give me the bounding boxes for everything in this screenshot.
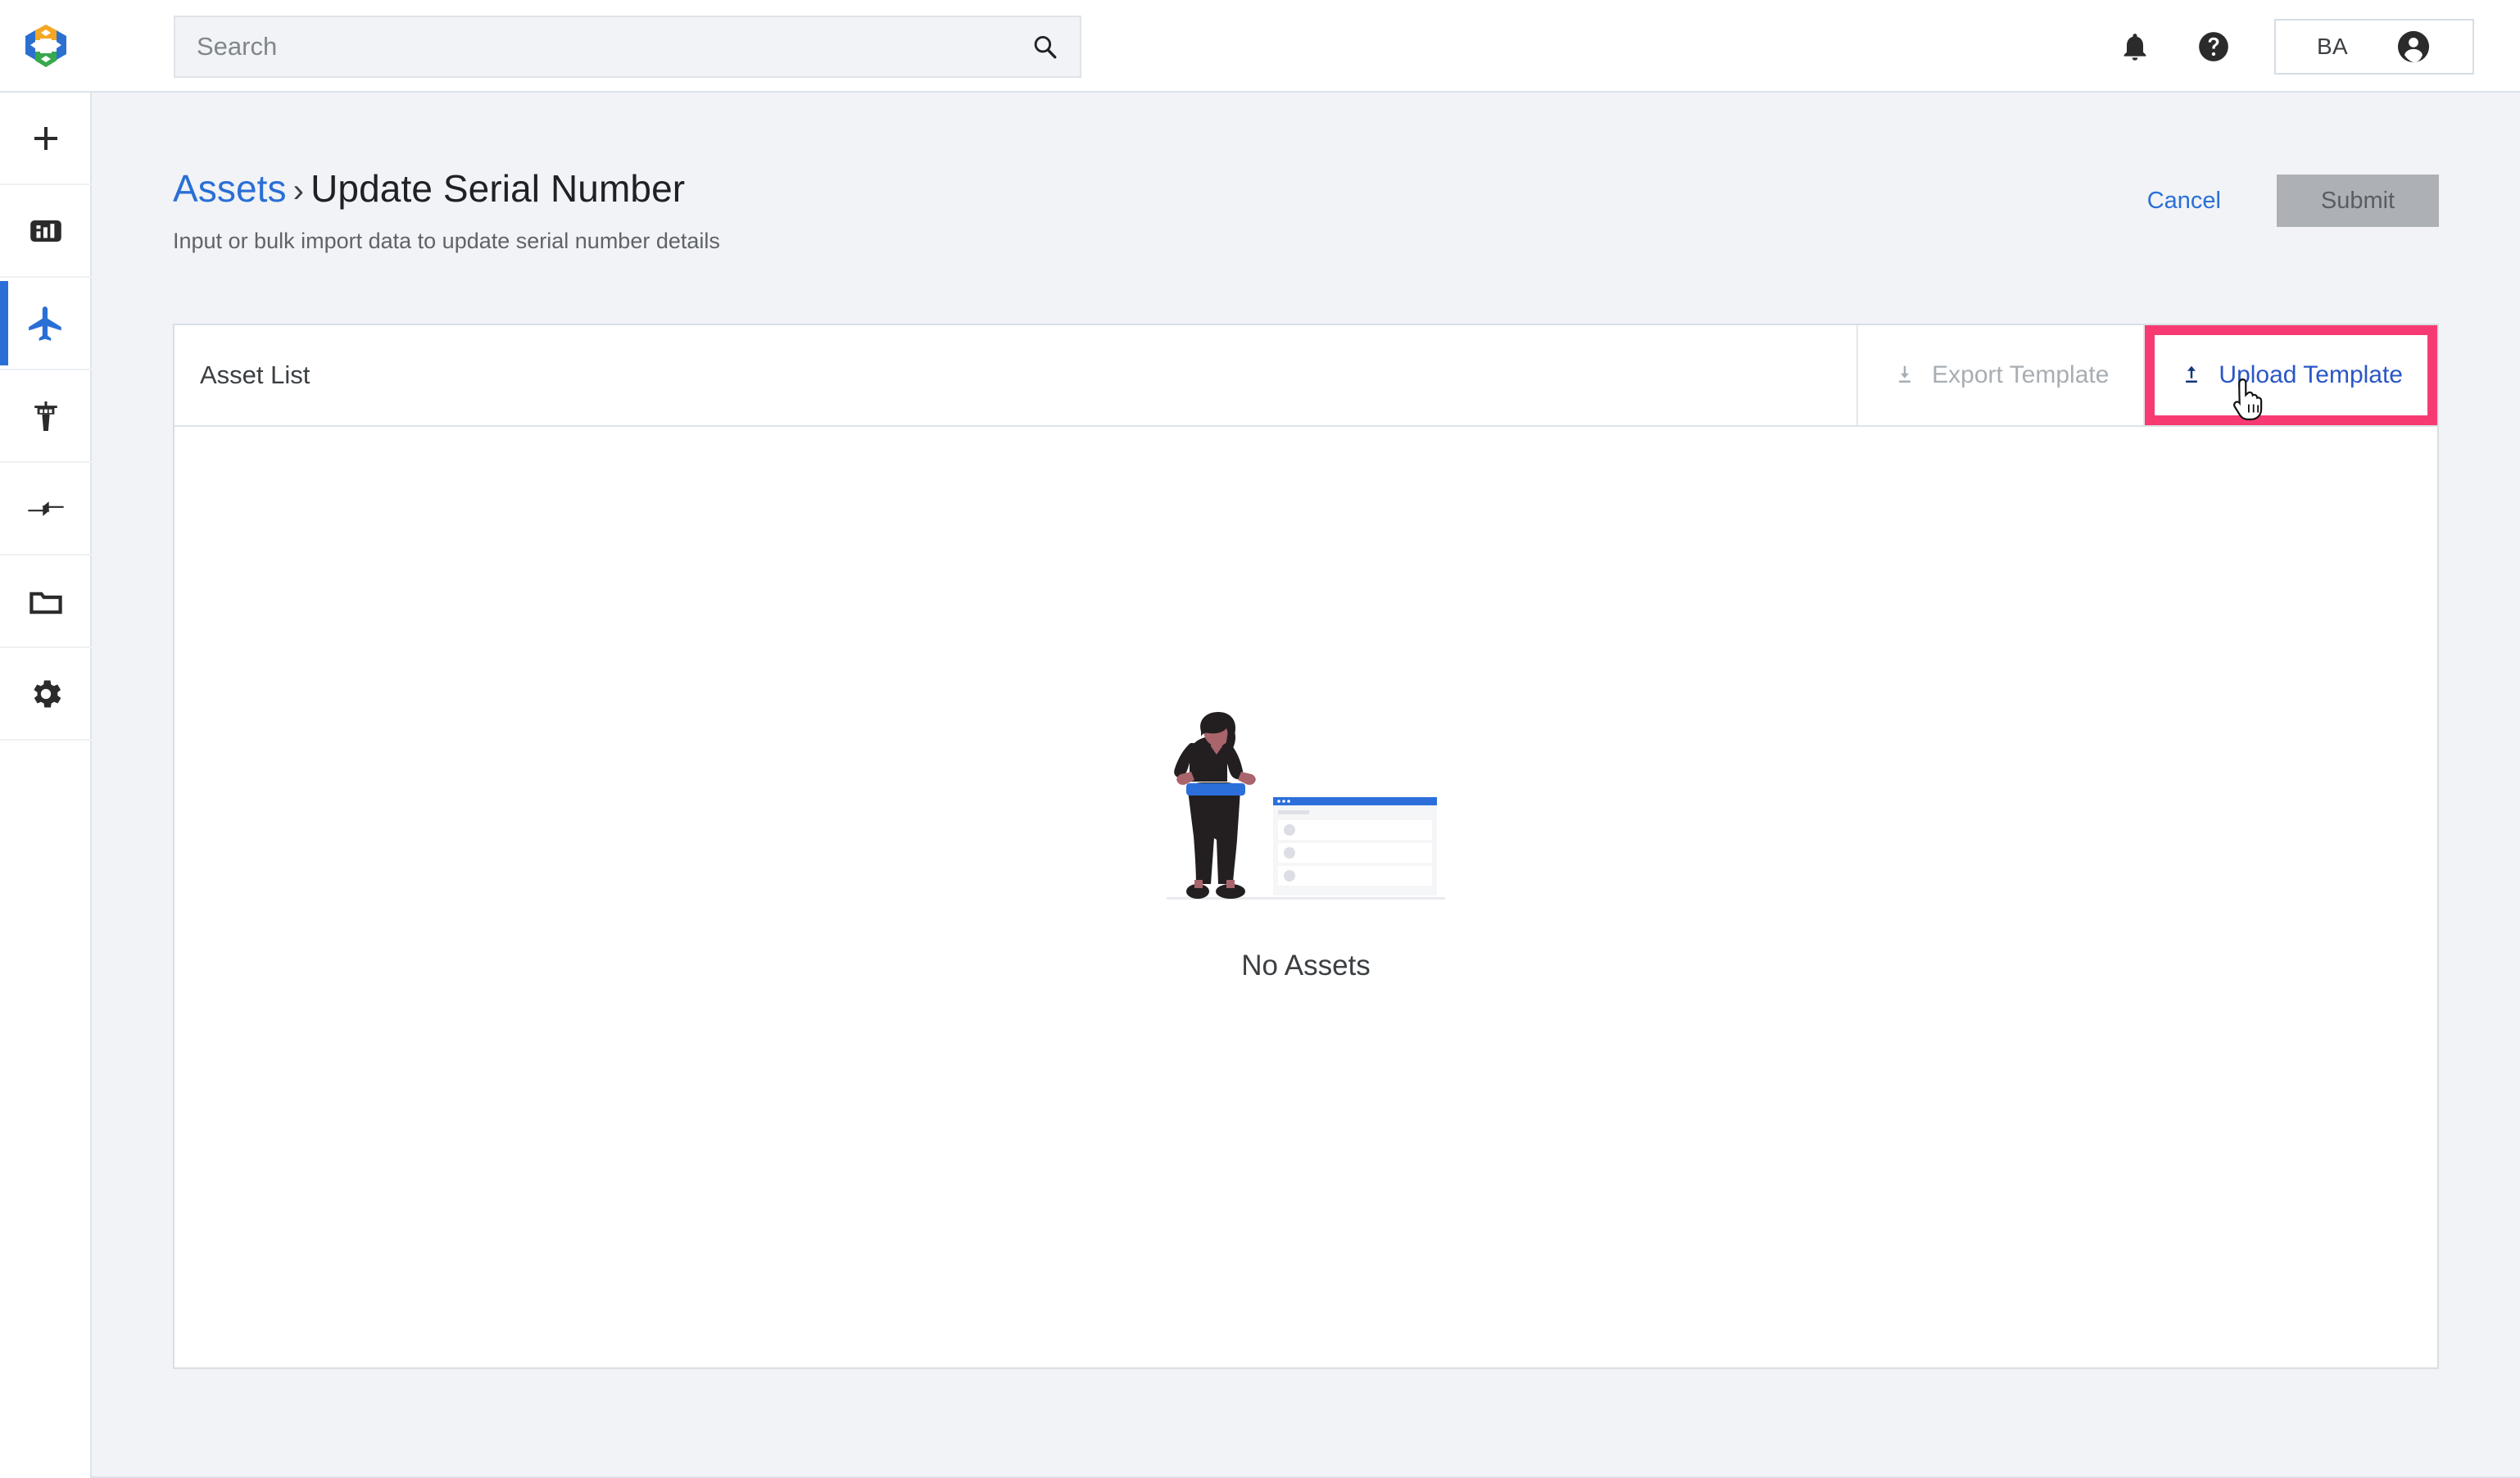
compare-arrows-icon — [28, 501, 64, 516]
sidebar-item-operations[interactable] — [0, 370, 92, 463]
upload-template-button[interactable]: Upload Template — [2143, 325, 2437, 425]
page-subtitle: Input or bulk import data to update seri… — [173, 228, 720, 253]
help-button[interactable] — [2174, 0, 2253, 93]
empty-state-text: No Assets — [1241, 950, 1371, 982]
card-body-empty-state: No Assets — [174, 427, 2437, 1366]
card-header: Asset List Export Template Upload Templa… — [174, 325, 2437, 427]
notifications-button[interactable] — [2096, 0, 2174, 93]
app-logo[interactable] — [0, 0, 92, 92]
sidebar-item-assets[interactable] — [0, 278, 92, 370]
gear-icon — [34, 680, 61, 707]
insights-chart-icon — [30, 220, 61, 242]
header-actions: BA — [2096, 0, 2520, 93]
top-header-bar: BA — [0, 0, 2520, 93]
search-bar[interactable] — [174, 16, 1081, 78]
main-content: Assets › Update Serial Number Input or bul… — [92, 93, 2520, 1478]
bell-icon — [2123, 33, 2146, 61]
search-icon[interactable] — [1031, 33, 1058, 61]
folder-icon — [29, 592, 62, 614]
sidebar-item-insights[interactable] — [0, 185, 92, 278]
account-circle-icon — [2397, 30, 2430, 62]
app-root: BA — [0, 0, 2520, 1478]
export-template-button[interactable]: Export Template — [1856, 325, 2143, 425]
cancel-button[interactable]: Cancel — [2131, 178, 2237, 224]
sidebar-item-documents[interactable] — [0, 555, 92, 648]
page-header-actions: Cancel Submit — [2131, 175, 2439, 227]
user-account-chip[interactable]: BA — [2274, 18, 2474, 75]
illustration-person — [1174, 712, 1256, 899]
hexagon-logo-icon — [25, 24, 66, 67]
user-initials: BA — [2317, 33, 2348, 59]
asset-list-card: Asset List Export Template Upload Templa… — [173, 324, 2439, 1369]
upload-icon — [2186, 365, 2198, 383]
control-tower-icon — [34, 401, 57, 431]
export-template-label: Export Template — [1932, 361, 2110, 388]
submit-button[interactable]: Submit — [2277, 175, 2439, 227]
sidebar-item-add[interactable] — [0, 93, 92, 185]
breadcrumb-link-assets[interactable]: Assets — [173, 167, 287, 210]
plus-icon — [34, 126, 57, 150]
upload-template-label: Upload Template — [2219, 361, 2403, 388]
download-icon — [1899, 365, 1911, 383]
page-title: Update Serial Number — [310, 167, 686, 210]
left-sidebar — [0, 93, 92, 1478]
airplane-icon — [29, 306, 61, 341]
sidebar-item-transfers[interactable] — [0, 463, 92, 555]
card-title: Asset List — [200, 360, 310, 389]
illustration-list-window — [1273, 797, 1437, 895]
help-circle-icon — [2199, 31, 2228, 61]
woman-with-empty-list-illustration — [1167, 712, 1445, 900]
breadcrumb-separator-icon: › — [292, 173, 305, 209]
sidebar-item-settings[interactable] — [0, 648, 92, 741]
search-input[interactable] — [197, 32, 1031, 61]
